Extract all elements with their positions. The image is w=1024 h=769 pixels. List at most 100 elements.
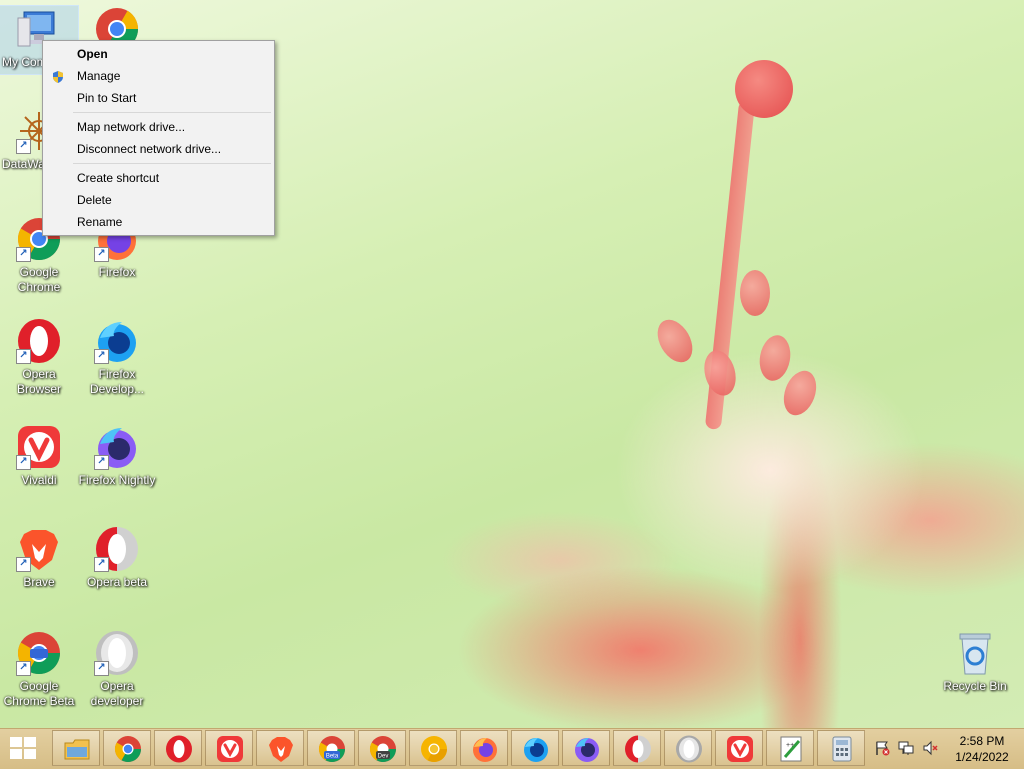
taskbar-vivaldi[interactable]: [205, 730, 253, 766]
vivaldi-icon: [216, 735, 244, 763]
desktop-icon-label: Google Chrome: [17, 265, 61, 294]
taskbar-notepad-plus[interactable]: ++: [766, 730, 814, 766]
wallpaper-anther: [756, 332, 794, 384]
wallpaper-anther: [650, 313, 700, 369]
desktop-icon-label: Firefox: [98, 265, 136, 279]
chrome-icon: [114, 735, 142, 763]
desktop-icon-label: Recycle Bin: [943, 679, 1007, 693]
shortcut-arrow-icon: ↗: [16, 455, 31, 470]
desktop-icon-label: Brave: [23, 575, 55, 589]
desktop-icon-recycle-bin[interactable]: Recycle Bin: [936, 630, 1014, 694]
desktop-icon-label: Google Chrome Beta: [3, 679, 75, 708]
uac-shield-icon: [51, 69, 65, 83]
taskbar-chrome[interactable]: [103, 730, 151, 766]
opera-beta-icon: [624, 735, 652, 763]
taskbar-chrome-canary[interactable]: [409, 730, 457, 766]
firefox-nightly-icon: ↗: [94, 424, 140, 470]
taskbar-opera[interactable]: [154, 730, 202, 766]
volume-muted-icon[interactable]: [922, 740, 938, 756]
menu-item-manage[interactable]: Manage: [45, 65, 272, 87]
shortcut-arrow-icon: ↗: [16, 661, 31, 676]
taskbar-firefox[interactable]: [460, 730, 508, 766]
desktop-icon-opera-developer[interactable]: ↗ Opera developer: [78, 630, 156, 709]
shortcut-arrow-icon: ↗: [94, 247, 109, 262]
vivaldi-snapshot-icon: [726, 735, 754, 763]
taskbar-brave[interactable]: [256, 730, 304, 766]
vivaldi-icon: ↗: [16, 424, 62, 470]
shortcut-arrow-icon: ↗: [16, 247, 31, 262]
chrome-beta-badge: Beta: [326, 754, 339, 760]
desktop-icon-label: Opera Browser: [16, 367, 61, 396]
menu-item-open[interactable]: Open: [45, 43, 272, 65]
desktop-icon-firefox-nightly[interactable]: ↗ Firefox Nightly: [78, 424, 156, 488]
shortcut-arrow-icon: ↗: [94, 557, 109, 572]
action-center-flag-icon[interactable]: [874, 740, 890, 756]
menu-separator: [73, 112, 271, 113]
menu-item-pin-to-start[interactable]: Pin to Start: [45, 87, 272, 109]
taskbar-opera-developer[interactable]: [664, 730, 712, 766]
calculator-icon: [828, 735, 856, 763]
chrome-canary-icon: [420, 735, 448, 763]
recycle-bin-icon: [952, 630, 998, 676]
taskbar-opera-beta[interactable]: [613, 730, 661, 766]
desktop-icon-label: Opera developer: [90, 679, 144, 708]
firefox-icon: [471, 735, 499, 763]
wallpaper-anther: [778, 366, 822, 420]
brave-icon: [267, 735, 295, 763]
taskbar-firefox-developer[interactable]: [511, 730, 559, 766]
taskbar-calculator[interactable]: [817, 730, 865, 766]
shortcut-arrow-icon: ↗: [94, 349, 109, 364]
chrome-beta-icon: Beta: [318, 735, 346, 763]
opera-developer-icon: ↗: [94, 630, 140, 676]
shortcut-arrow-icon: ↗: [16, 349, 31, 364]
taskbar-chrome-dev[interactable]: Dev: [358, 730, 406, 766]
opera-icon: [165, 735, 193, 763]
shortcut-arrow-icon: ↗: [16, 557, 31, 572]
menu-item-delete[interactable]: Delete: [45, 189, 272, 211]
chrome-beta-icon: ↗: [16, 630, 62, 676]
opera-icon: ↗: [16, 318, 62, 364]
firefox-developer-icon: ↗: [94, 318, 140, 364]
shortcut-arrow-icon: ↗: [94, 661, 109, 676]
taskbar-firefox-nightly[interactable]: [562, 730, 610, 766]
taskbar-chrome-beta[interactable]: Beta: [307, 730, 355, 766]
clock-time: 2:58 PM: [959, 734, 1005, 748]
desktop-icon-firefox-developer[interactable]: ↗ Firefox Develop...: [78, 318, 156, 397]
desktop-icon-label: Firefox Nightly: [78, 473, 156, 487]
opera-developer-icon: [675, 735, 703, 763]
desktop-icon-label: Opera beta: [86, 575, 148, 589]
desktop-icon-opera-browser[interactable]: ↗ Opera Browser: [0, 318, 78, 397]
brave-icon: ↗: [16, 526, 62, 572]
windows-logo-icon: [10, 737, 36, 759]
desktop-icon-chrome-beta[interactable]: ↗ Google Chrome Beta: [0, 630, 78, 709]
taskbar-file-explorer[interactable]: [52, 730, 100, 766]
file-explorer-icon: [63, 735, 91, 763]
shortcut-arrow-icon: ↗: [16, 139, 31, 154]
desktop-icon-label: Vivaldi: [21, 473, 57, 487]
menu-separator: [73, 163, 271, 164]
svg-text:++: ++: [786, 742, 794, 749]
menu-item-disconnect-network-drive[interactable]: Disconnect network drive...: [45, 138, 272, 160]
context-menu: Open Manage Pin to Start Map network dri…: [42, 40, 275, 236]
chrome-dev-badge: Dev: [378, 754, 389, 760]
desktop-icon-brave[interactable]: ↗ Brave: [0, 526, 78, 590]
wallpaper-anther: [740, 270, 770, 316]
chrome-dev-icon: Dev: [369, 735, 397, 763]
menu-item-map-network-drive[interactable]: Map network drive...: [45, 116, 272, 138]
wallpaper-anther: [699, 346, 741, 400]
taskbar-vivaldi-snapshot[interactable]: [715, 730, 763, 766]
shortcut-arrow-icon: ↗: [94, 455, 109, 470]
wallpaper-stamen-head: [735, 60, 793, 118]
notepad-plus-icon: ++: [777, 735, 805, 763]
desktop-icon-label: Firefox Develop...: [89, 367, 145, 396]
menu-item-rename[interactable]: Rename: [45, 211, 272, 233]
start-button[interactable]: [8, 735, 38, 761]
desktop-icon-opera-beta[interactable]: ↗ Opera beta: [78, 526, 156, 590]
clock-date: 1/24/2022: [955, 750, 1009, 764]
desktop-icon-vivaldi[interactable]: ↗ Vivaldi: [0, 424, 78, 488]
network-icon[interactable]: [898, 740, 914, 756]
menu-item-create-shortcut[interactable]: Create shortcut: [45, 167, 272, 189]
firefox-nightly-icon: [573, 735, 601, 763]
firefox-developer-icon: [522, 735, 550, 763]
taskbar-clock[interactable]: 2:58 PM 1/24/2022: [952, 733, 1012, 765]
